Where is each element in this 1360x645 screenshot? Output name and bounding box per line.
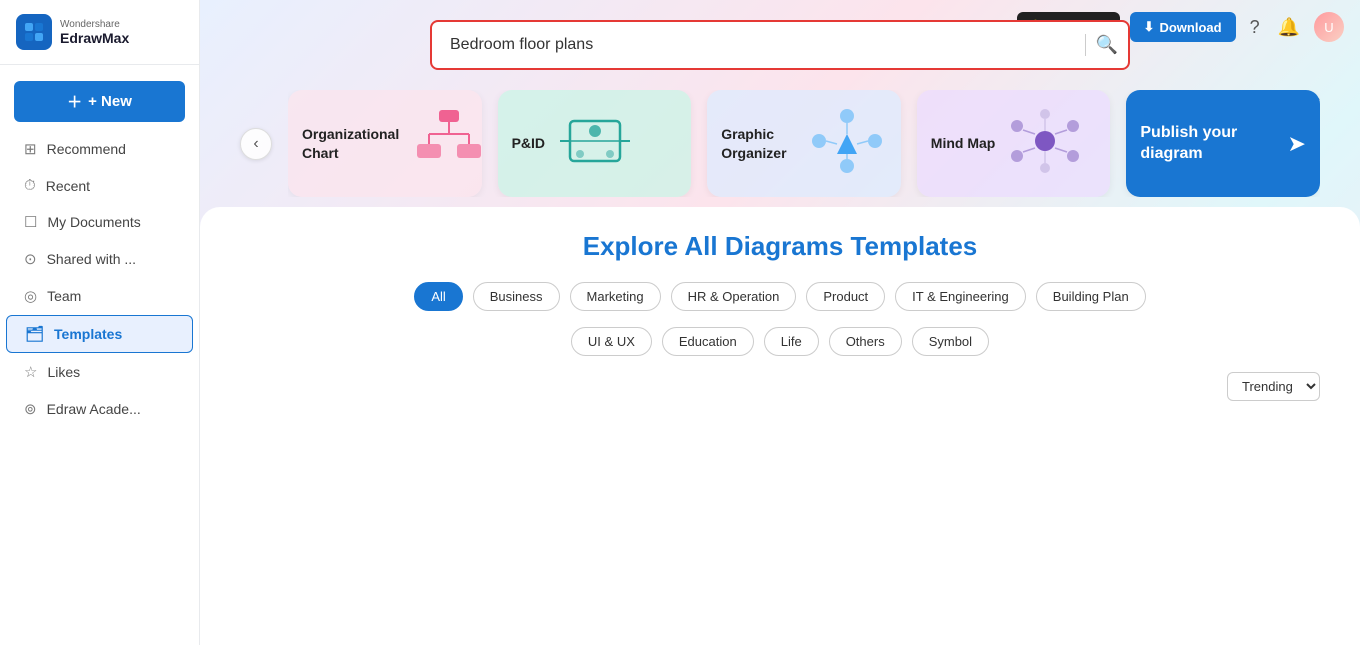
search-divider xyxy=(1085,34,1086,56)
pid-label: P&ID xyxy=(512,134,545,152)
documents-icon: ☐ xyxy=(24,213,37,231)
team-icon: ◎ xyxy=(24,287,37,305)
filter-tag-others[interactable]: Others xyxy=(829,327,902,356)
pid-graphic xyxy=(555,106,635,181)
filter-tags-row2: UI & UX Education Life Others Symbol xyxy=(240,327,1320,356)
filter-tag-hr-operation[interactable]: HR & Operation xyxy=(671,282,797,311)
sort-select[interactable]: Trending Newest Popular xyxy=(1227,372,1320,401)
filter-tag-symbol[interactable]: Symbol xyxy=(912,327,989,356)
sidebar-item-likes[interactable]: ☆ Likes xyxy=(6,354,193,390)
graphic-organizer-label: Graphic Organizer xyxy=(721,125,797,161)
academy-icon: ⊚ xyxy=(24,400,37,418)
explore-title-static: Explore xyxy=(583,231,685,261)
send-icon: ➤ xyxy=(1288,131,1306,157)
filter-tag-business[interactable]: Business xyxy=(473,282,560,311)
shared-icon: ⊙ xyxy=(24,250,37,268)
filter-tag-it-engineering[interactable]: IT & Engineering xyxy=(895,282,1026,311)
filter-tag-building-plan[interactable]: Building Plan xyxy=(1036,282,1146,311)
likes-icon: ☆ xyxy=(24,363,37,381)
sidebar-item-label: Team xyxy=(47,288,81,304)
recent-icon: ⏱ xyxy=(24,177,36,194)
sidebar-item-label: Recommend xyxy=(47,141,126,157)
sidebar-item-edraw-academy[interactable]: ⊚ Edraw Acade... xyxy=(6,391,193,427)
sidebar-item-templates[interactable]: 🗂 Templates xyxy=(6,315,193,353)
carousel-card-pid[interactable]: P&ID xyxy=(498,90,692,197)
sidebar-item-label: My Documents xyxy=(47,214,140,230)
explore-title: Explore All Diagrams Templates xyxy=(240,231,1320,262)
filter-tag-ui-ux[interactable]: UI & UX xyxy=(571,327,652,356)
org-chart-graphic xyxy=(409,106,489,181)
templates-icon: 🗂 xyxy=(25,325,44,343)
filter-tag-all[interactable]: All xyxy=(414,282,462,311)
sidebar: Wondershare EdrawMax ＋ + New ⊞ Recommend… xyxy=(0,0,200,645)
sidebar-nav: ⊞ Recommend ⏱ Recent ☐ My Documents ⊙ Sh… xyxy=(0,130,199,428)
carousel-card-publish[interactable]: Publish your diagram ➤ xyxy=(1126,90,1320,197)
carousel-card-mind-map[interactable]: Mind Map xyxy=(917,90,1111,197)
plus-icon: ＋ xyxy=(67,91,82,112)
sidebar-item-label: Recent xyxy=(46,178,90,194)
header-area: 🔍 xyxy=(200,0,1360,80)
carousel-card-graphic-organizer[interactable]: Graphic Organizer xyxy=(707,90,901,197)
publish-label: Publish your diagram xyxy=(1140,123,1271,165)
search-button[interactable]: 🔍 xyxy=(1096,35,1118,56)
new-button-label: + New xyxy=(88,93,132,110)
recommend-icon: ⊞ xyxy=(24,140,37,158)
filter-tag-life[interactable]: Life xyxy=(764,327,819,356)
logo-icon xyxy=(16,14,52,50)
org-chart-label: Organizational Chart xyxy=(302,125,399,161)
sidebar-item-my-documents[interactable]: ☐ My Documents xyxy=(6,204,193,240)
filter-tag-education[interactable]: Education xyxy=(662,327,754,356)
sidebar-item-label: Templates xyxy=(54,326,122,342)
mind-map-label: Mind Map xyxy=(931,134,996,152)
mind-map-graphic xyxy=(1005,106,1085,181)
sidebar-item-label: Edraw Acade... xyxy=(47,401,141,417)
search-wrapper: 🔍 xyxy=(430,20,1130,70)
bottom-section: Explore All Diagrams Templates All Busin… xyxy=(200,207,1360,645)
explore-title-highlight: All Diagrams Templates xyxy=(684,231,977,261)
logo-area: Wondershare EdrawMax xyxy=(0,0,199,65)
filter-tags: All Business Marketing HR & Operation Pr… xyxy=(240,282,1320,311)
sidebar-item-recent[interactable]: ⏱ Recent xyxy=(6,168,193,203)
carousel-section: All Collections › ‹ Organizational Chart xyxy=(200,80,1360,207)
carousel-prev-button[interactable]: ‹ xyxy=(240,128,272,160)
sort-row: Trending Newest Popular xyxy=(240,372,1320,401)
filter-tag-marketing[interactable]: Marketing xyxy=(570,282,661,311)
sidebar-item-label: Likes xyxy=(47,364,80,380)
carousel-area: ‹ Organizational Chart xyxy=(200,80,1360,207)
search-input[interactable] xyxy=(430,20,1130,70)
logo-text: Wondershare EdrawMax xyxy=(60,19,129,46)
carousel-items: Organizational Chart xyxy=(288,90,1320,197)
logo-name: EdrawMax xyxy=(60,30,129,46)
sidebar-item-label: Shared with ... xyxy=(47,251,137,267)
search-icon: 🔍 xyxy=(1096,35,1118,55)
filter-tag-product[interactable]: Product xyxy=(806,282,885,311)
carousel-card-org-chart[interactable]: Organizational Chart xyxy=(288,90,482,197)
new-button[interactable]: ＋ + New xyxy=(14,81,185,122)
sidebar-item-shared[interactable]: ⊙ Shared with ... xyxy=(6,241,193,277)
sidebar-item-team[interactable]: ◎ Team xyxy=(6,278,193,314)
graphic-organizer-graphic xyxy=(807,106,887,181)
main-content: 🏷 Upgrade ⬇ Download ? 🔔 U 🔍 All Collec xyxy=(200,0,1360,645)
logo-brand: Wondershare xyxy=(60,19,129,30)
sidebar-item-recommend[interactable]: ⊞ Recommend xyxy=(6,131,193,167)
